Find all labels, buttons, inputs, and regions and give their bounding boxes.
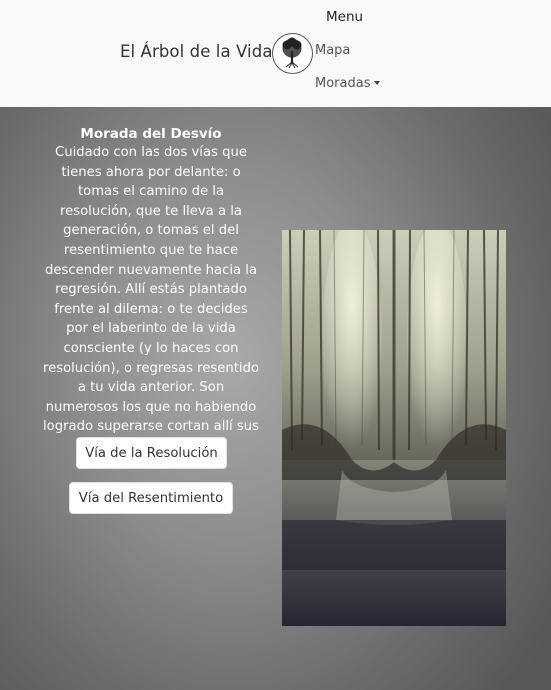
navbar: El Árbol de la Vida Menu Mapa Moradas xyxy=(0,0,551,107)
caret-down-icon xyxy=(374,81,381,85)
nav-dropdown-moradas-label: Moradas xyxy=(315,76,371,91)
menu-title: Menu xyxy=(326,9,364,25)
resolution-path-button[interactable]: Vía de la Resolución xyxy=(76,437,227,469)
tree-of-life-icon[interactable] xyxy=(272,33,313,74)
morada-title: Morada del Desvío xyxy=(80,126,222,142)
brand-title[interactable]: El Árbol de la Vida xyxy=(120,42,273,61)
nav-link-mapa[interactable]: Mapa xyxy=(315,43,350,58)
morada-description: Cuidado con las dos vías que tienes ahor… xyxy=(42,145,260,454)
resentment-path-button[interactable]: Vía del Resentimiento xyxy=(69,482,233,514)
morada-text: Morada del Desvío Cuidado con las dos ví… xyxy=(42,126,260,457)
forest-path-image xyxy=(282,230,506,626)
nav-dropdown-moradas[interactable]: Moradas xyxy=(315,76,381,91)
